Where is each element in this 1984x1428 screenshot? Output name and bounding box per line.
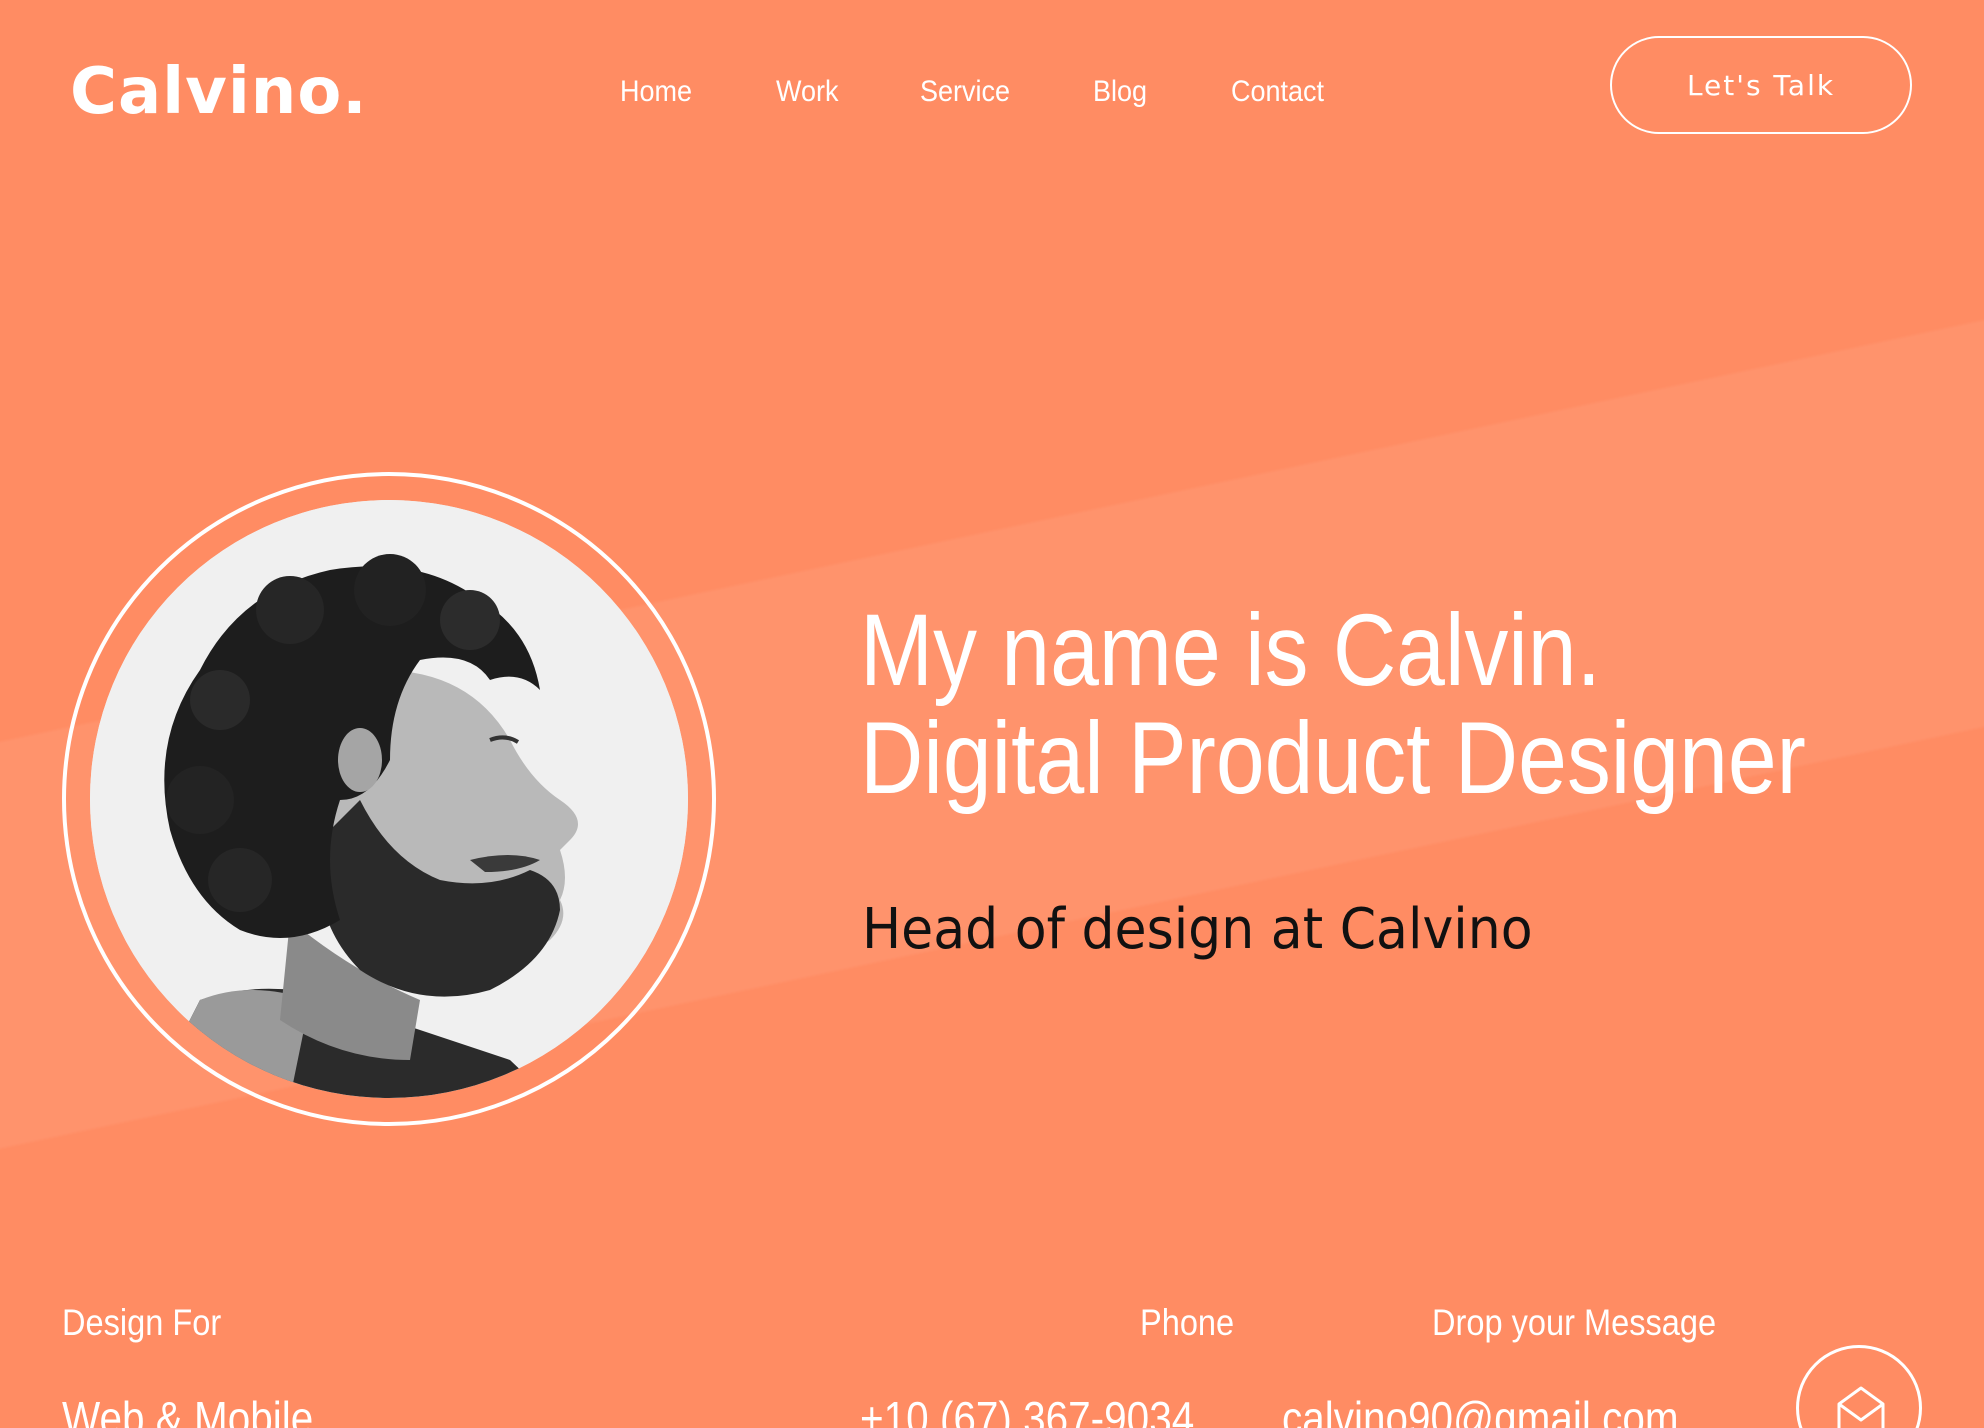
avatar <box>90 500 688 1098</box>
logo[interactable]: Calvino. <box>70 52 368 132</box>
phone-label: Phone <box>1140 1302 1235 1343</box>
hero-title: My name is Calvin. Digital Product Desig… <box>860 596 1806 812</box>
email-link[interactable]: calvino90@gmail.com <box>1282 1392 1679 1428</box>
message-label: Drop your Message <box>1432 1302 1717 1343</box>
nav-home[interactable]: Home <box>620 72 692 112</box>
nav-contact[interactable]: Contact <box>1231 72 1324 112</box>
nav-service[interactable]: Service <box>920 72 1010 112</box>
phone-value[interactable]: +10 (67) 367-9034 <box>860 1392 1194 1428</box>
hero-title-line1: My name is Calvin. <box>860 593 1601 707</box>
hero-title-line2: Digital Product Designer <box>860 701 1806 815</box>
nav-work[interactable]: Work <box>776 72 839 112</box>
portrait-photo <box>90 500 688 1098</box>
design-for-value: Web & Mobile <box>62 1392 314 1428</box>
nav-blog[interactable]: Blog <box>1093 72 1147 112</box>
mail-button[interactable] <box>1796 1345 1922 1428</box>
envelope-open-icon <box>1837 1386 1885 1428</box>
design-for-label: Design For <box>62 1302 222 1343</box>
lets-talk-button[interactable]: Let's Talk <box>1610 36 1912 134</box>
hero-subtitle: Head of design at Calvino <box>862 897 1533 962</box>
